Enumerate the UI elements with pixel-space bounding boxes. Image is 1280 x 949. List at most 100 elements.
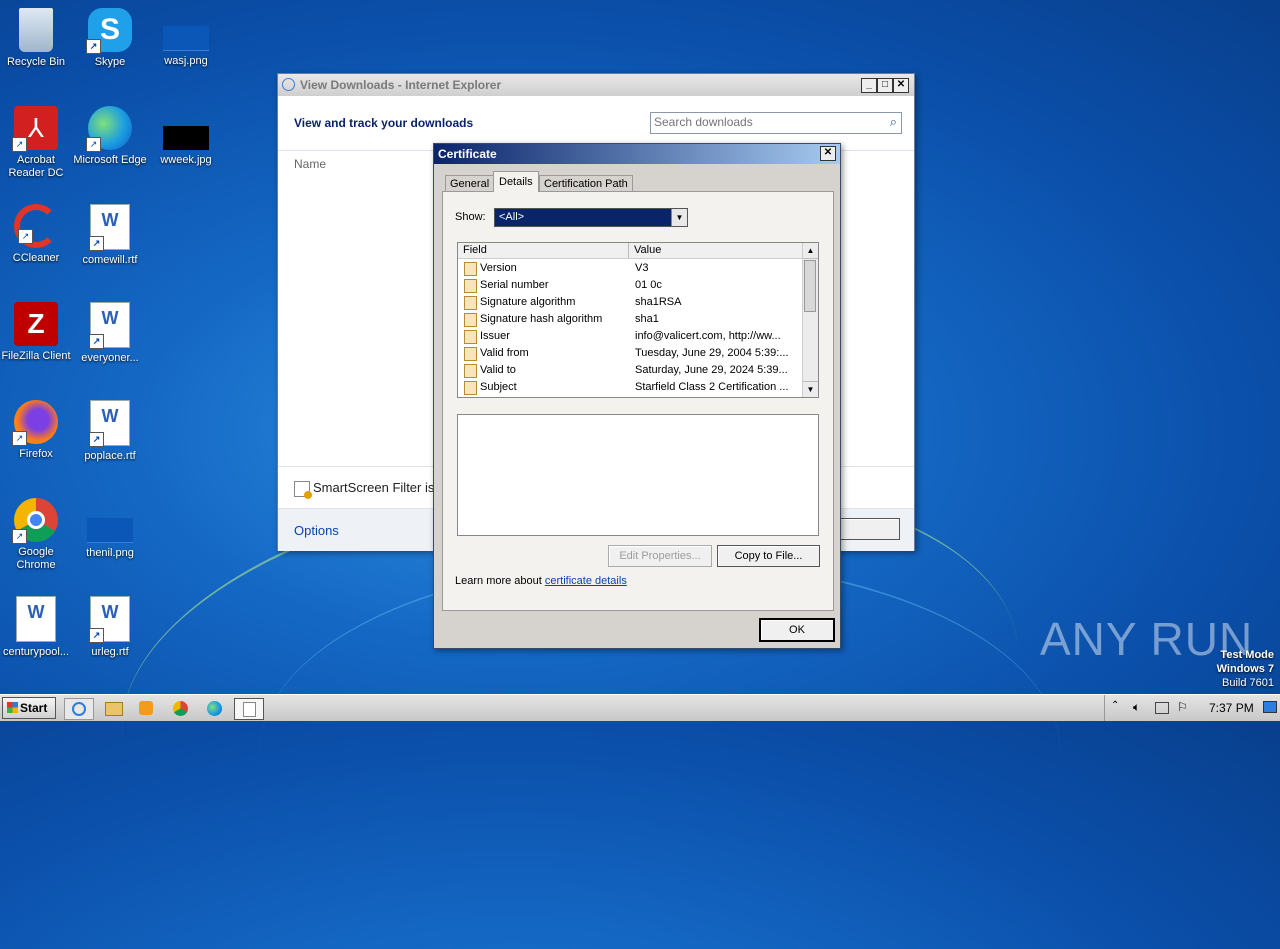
certificate-title-bar: Certificate ✕ [434, 144, 840, 164]
learn-more-prefix: Learn more about [455, 575, 545, 587]
image-file-icon [163, 126, 209, 150]
column-name-header[interactable]: Name [294, 157, 326, 171]
taskbar-explorer-icon[interactable] [100, 698, 128, 718]
list-item[interactable]: Version V3 [460, 260, 800, 277]
certificate-field-icon [464, 279, 477, 293]
action-center-flag-icon[interactable]: ⚐ [1177, 700, 1188, 714]
desktop-icon-recycle-bin[interactable]: Recycle Bin [0, 8, 74, 69]
taskbar-edge-icon[interactable] [200, 698, 228, 718]
shortcut-arrow-icon: ↗ [86, 39, 101, 54]
smartscreen-shield-icon [294, 481, 312, 499]
scroll-up-arrow-icon[interactable]: ▲ [803, 243, 818, 259]
desktop-icon-thenil-png[interactable]: thenil.png [72, 498, 148, 560]
desktop-icon-ccleaner[interactable]: ↗ CCleaner [0, 204, 74, 265]
desktop-icon-poplace-rtf[interactable]: W ↗ poplace.rtf [72, 400, 148, 463]
search-input[interactable] [651, 113, 877, 131]
word-document-icon: W ↗ [89, 400, 130, 447]
word-document-icon: W [16, 596, 56, 642]
scroll-thumb[interactable] [804, 260, 816, 312]
certificate-title: Certificate [438, 147, 497, 161]
desktop-icon-wasj-png[interactable]: wasj.png [148, 8, 224, 68]
list-item[interactable]: Issuer info@valicert.com, http://ww... [460, 328, 800, 345]
desktop-icon-skype[interactable]: S ↗ Skype [72, 8, 148, 69]
taskbar-chrome-icon[interactable] [166, 698, 194, 718]
list-scrollbar[interactable]: ▲ ▼ [802, 243, 818, 397]
desktop-icon-centurypool[interactable]: W centurypool... [0, 596, 74, 659]
column-value-header[interactable]: Value [634, 243, 661, 258]
close-dialog-button[interactable]: ✕ [820, 146, 836, 161]
certificate-field-icon [464, 262, 477, 276]
ie-title-bar: View Downloads - Internet Explorer _ □ ✕ [278, 74, 914, 96]
taskbar-media-player-icon[interactable] [132, 698, 160, 718]
start-button[interactable]: Start [2, 697, 56, 719]
search-icon[interactable]: ⌕ [890, 114, 897, 130]
list-item[interactable]: Subject Starfield Class 2 Certification .… [460, 379, 800, 396]
show-select[interactable]: <All> ▼ [494, 208, 688, 227]
close-window-button[interactable]: ✕ [893, 78, 909, 93]
maximize-button[interactable]: □ [877, 78, 893, 93]
show-select-value: <All> [499, 211, 525, 223]
list-item[interactable]: Signature hash algorithm sha1 [460, 311, 800, 328]
desktop-icon-firefox[interactable]: ↗ Firefox [0, 400, 74, 461]
edit-properties-button[interactable]: Edit Properties... [608, 545, 712, 567]
clock[interactable]: 7:37 PM [1209, 701, 1254, 715]
search-downloads-box[interactable]: ⌕ [650, 112, 902, 134]
list-item[interactable]: Serial number 01 0c [460, 277, 800, 294]
taskbar: Start ⌃ 🔈︎ ⚐ 7:37 PM [0, 694, 1280, 721]
desktop-icon-everyoner[interactable]: W ↗ everyoner... [72, 302, 148, 365]
desktop-icon-chrome[interactable]: ↗ Google Chrome [0, 498, 74, 572]
shortcut-arrow-icon: ↗ [86, 137, 101, 152]
certificate-field-icon [464, 296, 477, 310]
test-mode-line-3: Build 7601 [1222, 677, 1274, 689]
volume-icon[interactable]: 🔈︎ [1133, 700, 1140, 715]
tab-details[interactable]: Details [493, 171, 539, 192]
ie-window-title: View Downloads - Internet Explorer [300, 78, 502, 92]
column-field-header[interactable]: Field [463, 243, 487, 258]
desktop-icon-acrobat[interactable]: ⅄ ↗ Acrobat Reader DC [0, 106, 74, 180]
details-panel: Show: <All> ▼ Field Value Version V3 Seri… [442, 191, 834, 611]
desktop-icon-wweek-jpg[interactable]: wweek.jpg [148, 106, 224, 167]
filezilla-icon: Z [14, 302, 58, 346]
desktop-icon-comewill-rtf[interactable]: W ↗ comewill.rtf [72, 204, 148, 267]
desktop-icon-urleg-rtf[interactable]: W ↗ urleg.rtf [72, 596, 148, 659]
options-link[interactable]: Options [294, 523, 339, 538]
shortcut-arrow-icon: ↗ [12, 529, 27, 544]
certificate-field-icon [464, 364, 477, 378]
chevron-down-icon[interactable]: ▼ [671, 209, 687, 226]
minimize-button[interactable]: _ [861, 78, 877, 93]
scroll-down-arrow-icon[interactable]: ▼ [803, 381, 818, 397]
show-hidden-icons-icon[interactable]: ⌃ [1111, 700, 1119, 711]
tab-general[interactable]: General [445, 175, 495, 192]
list-item[interactable]: Valid from Tuesday, June 29, 2004 5:39:..… [460, 345, 800, 362]
taskbar-document-icon[interactable] [234, 698, 264, 720]
shortcut-arrow-icon: ↗ [12, 431, 27, 446]
acrobat-icon: ⅄ ↗ [12, 106, 58, 152]
list-header: Field Value [458, 243, 803, 259]
tab-certification-path[interactable]: Certification Path [539, 175, 633, 192]
ok-button[interactable]: OK [759, 618, 835, 642]
learn-more-text: Learn more about certificate details [455, 575, 627, 587]
list-item[interactable]: Valid to Saturday, June 29, 2024 5:39... [460, 362, 800, 379]
start-label: Start [20, 701, 48, 715]
desktop-icon-edge[interactable]: ↗ Microsoft Edge [72, 106, 148, 167]
firefox-icon: ↗ [12, 400, 58, 446]
value-detail-box[interactable] [457, 414, 819, 536]
fields-list[interactable]: Field Value Version V3 Serial number 01 0c… [457, 242, 819, 398]
certificate-details-link[interactable]: certificate details [545, 575, 627, 587]
desktop-icon-filezilla[interactable]: Z FileZilla Client [0, 302, 74, 363]
taskbar-ie-icon[interactable] [64, 698, 94, 720]
shortcut-arrow-icon: ↗ [18, 229, 33, 244]
certificate-dialog: Certificate ✕ General Details Certificat… [433, 143, 841, 649]
test-mode-line-1: Test Mode [1220, 649, 1274, 661]
show-desktop-icon[interactable] [1263, 701, 1277, 713]
list-item[interactable]: Signature algorithm sha1RSA [460, 294, 800, 311]
shortcut-arrow-icon: ↗ [89, 432, 104, 447]
certificate-field-icon [464, 330, 477, 344]
certificate-field-icon [464, 381, 477, 395]
certificate-field-icon [464, 347, 477, 361]
copy-to-file-button[interactable]: Copy to File... [717, 545, 820, 567]
network-icon[interactable] [1155, 702, 1169, 714]
image-file-icon [87, 518, 133, 543]
shortcut-arrow-icon: ↗ [89, 334, 104, 349]
ie-window-icon [282, 78, 295, 91]
